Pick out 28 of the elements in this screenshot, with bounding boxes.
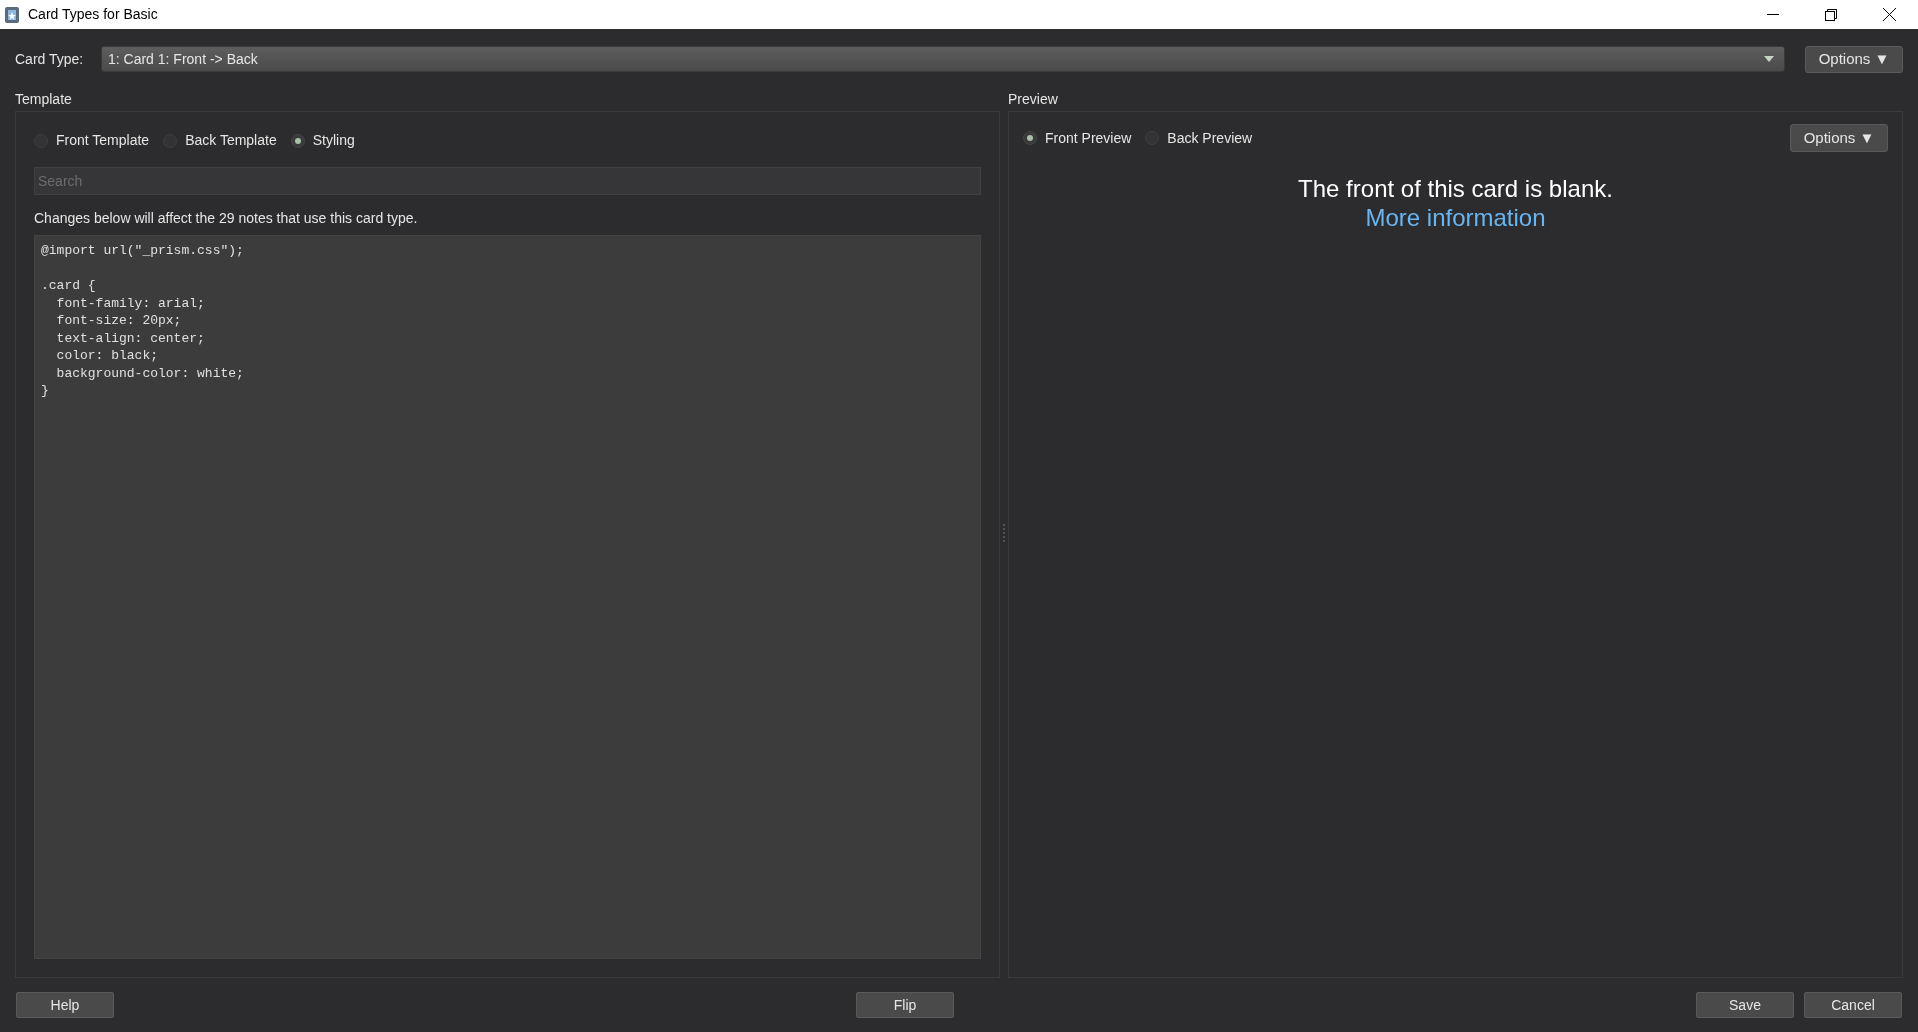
radio-button[interactable] bbox=[1023, 131, 1037, 145]
minimize-icon[interactable] bbox=[1767, 13, 1779, 16]
code-editor[interactable]: @import url("_prism.css"); .card { font-family: arial; font-size: 20px; text-align: center; color: black; background-color: white; } bbox=[34, 235, 981, 959]
flip-button[interactable]: Flip bbox=[856, 992, 954, 1018]
radio-option[interactable]: Back Template bbox=[163, 130, 277, 151]
dropdown-caret-icon bbox=[1764, 56, 1774, 62]
help-button[interactable]: Help bbox=[16, 992, 114, 1018]
cancel-button[interactable]: Cancel bbox=[1804, 992, 1902, 1018]
radio-button[interactable] bbox=[290, 133, 305, 148]
save-button[interactable]: Save bbox=[1696, 992, 1794, 1018]
restore-icon[interactable] bbox=[1825, 8, 1837, 21]
radio-option[interactable]: Front Preview bbox=[1023, 127, 1132, 149]
close-icon[interactable] bbox=[1882, 8, 1896, 21]
radio-option[interactable]: Back Preview bbox=[1145, 127, 1253, 149]
card-type-dropdown[interactable]: 1: Card 1: Front -> Back bbox=[101, 46, 1785, 72]
splitter-handle-icon[interactable] bbox=[1003, 523, 1005, 544]
blank-card-message: The front of this card is blank. bbox=[1298, 174, 1613, 203]
options-button[interactable]: Options ▼ bbox=[1805, 45, 1903, 73]
notice-text: Changes below will affect the 29 notes that use this card type. bbox=[34, 209, 419, 228]
radio-option[interactable]: Styling bbox=[290, 130, 355, 151]
window-title: Card Types for Basic bbox=[28, 5, 158, 24]
more-information-link[interactable]: More information bbox=[1365, 203, 1546, 232]
options-button[interactable]: Options ▼ bbox=[1790, 124, 1888, 152]
section-title: Preview bbox=[1008, 90, 1059, 109]
radio-option[interactable]: Front Template bbox=[34, 130, 150, 151]
card-type-label: Card Type: bbox=[15, 49, 85, 69]
app-icon bbox=[4, 5, 20, 24]
section-title: Template bbox=[15, 90, 73, 109]
